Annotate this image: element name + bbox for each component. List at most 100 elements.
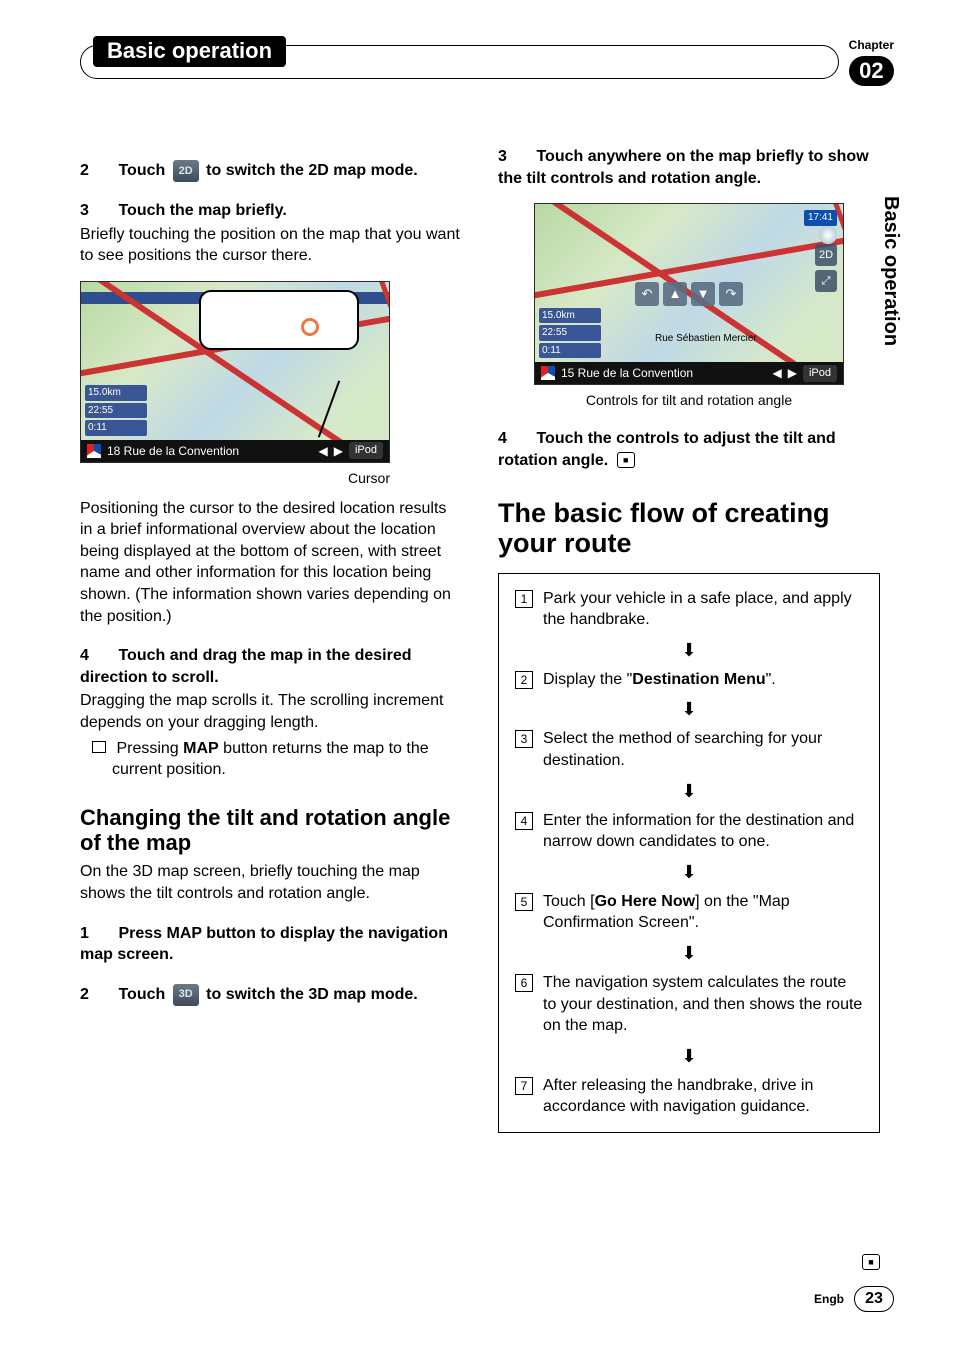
- step-heading: Touch the controls to adjust the tilt an…: [498, 430, 836, 469]
- map-zoom-icon: ⤢: [815, 270, 837, 292]
- map-duration: 0:11: [85, 420, 147, 436]
- flow-text: Enter the information for the destinatio…: [543, 810, 863, 853]
- section-title-frame: Basic operation: [80, 45, 839, 79]
- flow-text: The navigation system calculates the rou…: [543, 972, 863, 1037]
- flow-text: Park your vehicle in a safe place, and a…: [543, 588, 863, 631]
- map-street-label: Rue Sébastien Mercier: [655, 332, 757, 346]
- note-text-pre: Pressing: [116, 740, 183, 757]
- media-prev-icon: ◀: [773, 365, 782, 381]
- body-text: Briefly touching the position on the map…: [80, 224, 462, 267]
- flow-step: 2 Display the "Destination Menu".: [515, 669, 863, 691]
- body-text: Positioning the cursor to the desired lo…: [80, 498, 462, 628]
- flow-text-pre: Display the ": [543, 671, 632, 688]
- flow-number: 2: [515, 671, 533, 689]
- page-footer: Engb 23: [814, 1286, 894, 1312]
- flow-text: Display the "Destination Menu".: [543, 669, 776, 691]
- tilt-controls: ↶ ▲ ▼ ↷: [635, 282, 743, 306]
- map-bottom-bar: 15 Rue de la Convention ◀ ▶ iPod: [535, 362, 843, 384]
- down-arrow-icon: ⬇: [515, 700, 863, 718]
- step-heading: Press MAP button to display the navigati…: [80, 925, 448, 964]
- down-arrow-icon: ⬇: [515, 641, 863, 659]
- step-number: 4: [498, 428, 518, 450]
- flow-text: After releasing the handbrake, drive in …: [543, 1075, 863, 1118]
- map-2d-button-icon: 2D: [815, 244, 837, 266]
- 3d-mode-icon: 3D: [173, 984, 199, 1006]
- section-title: Basic operation: [93, 36, 286, 67]
- flow-step: 6 The navigation system calculates the r…: [515, 972, 863, 1037]
- note-icon: [92, 741, 106, 753]
- map-distance: 15.0km: [539, 308, 601, 324]
- down-arrow-icon: ⬇: [515, 1047, 863, 1065]
- down-arrow-icon: ⬇: [515, 944, 863, 962]
- ipod-button: iPod: [349, 442, 383, 459]
- down-arrow-icon: ⬇: [515, 782, 863, 800]
- step-number: 1: [80, 923, 100, 945]
- step-number: 3: [498, 146, 518, 168]
- cursor-icon: [301, 318, 319, 336]
- flow-text-bold: Destination Menu: [632, 671, 765, 688]
- step-number: 3: [80, 200, 100, 222]
- rotate-left-icon: ↶: [635, 282, 659, 306]
- page-header: Basic operation Chapter 02: [80, 38, 894, 86]
- flow-number: 1: [515, 590, 533, 608]
- map-address: 18 Rue de la Convention: [107, 443, 239, 459]
- step-text-post: to switch the 3D map mode.: [206, 986, 418, 1003]
- step-number: 2: [80, 160, 100, 182]
- body-text: On the 3D map screen, briefly touching t…: [80, 861, 462, 904]
- flow-step: 7 After releasing the handbrake, drive i…: [515, 1075, 863, 1118]
- step-text: Touch 3D to switch the 3D map mode.: [118, 986, 417, 1003]
- flow-number: 3: [515, 730, 533, 748]
- ipod-button: iPod: [803, 365, 837, 382]
- rotate-right-icon: ↷: [719, 282, 743, 306]
- right-column: 3 Touch anywhere on the map briefly to s…: [498, 146, 880, 1133]
- map-info-panel: 15.0km 22:55 0:11: [539, 308, 601, 359]
- flow-text-post: ".: [766, 671, 776, 688]
- media-next-icon: ▶: [334, 443, 343, 459]
- step-text: Touch 2D to switch the 2D map mode.: [118, 162, 417, 179]
- map-eta: 22:55: [539, 325, 601, 341]
- step-text-pre: Touch: [118, 162, 169, 179]
- step-text-post: to switch the 2D map mode.: [206, 162, 418, 179]
- tilt-up-icon: ▲: [663, 282, 687, 306]
- left-column: 2 Touch 2D to switch the 2D map mode. 3 …: [80, 146, 462, 1133]
- flag-icon: [541, 366, 555, 380]
- step-heading: Touch anywhere on the map briefly to sho…: [498, 148, 869, 187]
- map-duration: 0:11: [539, 343, 601, 359]
- flow-number: 7: [515, 1077, 533, 1095]
- map-screenshot-cursor: 15.0km 22:55 0:11 18 Rue de la Conventio…: [80, 281, 390, 463]
- map-screenshot-tilt: 17:41 2D ⤢ ↶ ▲ ▼ ↷ Rue Sébastien Mercier…: [534, 203, 844, 385]
- flow-step: 4 Enter the information for the destinat…: [515, 810, 863, 853]
- flow-step: 5 Touch [Go Here Now] on the "Map Confir…: [515, 891, 863, 934]
- flow-text-bold: Go Here Now: [595, 893, 695, 910]
- map-clock: 17:41: [804, 210, 837, 226]
- flow-text: Touch [Go Here Now] on the "Map Confirma…: [543, 891, 863, 934]
- side-tab: Basic operation: [879, 196, 902, 346]
- map-address: 15 Rue de la Convention: [561, 365, 693, 381]
- section-heading: Changing the tilt and rotation angle of …: [80, 805, 462, 856]
- tilt-down-icon: ▼: [691, 282, 715, 306]
- body-text: Dragging the map scrolls it. The scrolli…: [80, 690, 462, 733]
- step-number: 2: [80, 984, 100, 1006]
- flag-icon: [87, 444, 101, 458]
- map-distance: 15.0km: [85, 385, 147, 401]
- chapter-number-badge: 02: [849, 56, 894, 86]
- note-text-bold: MAP: [183, 740, 219, 757]
- step-number: 4: [80, 645, 100, 667]
- flow-number: 6: [515, 974, 533, 992]
- flow-box: 1 Park your vehicle in a safe place, and…: [498, 573, 880, 1133]
- page-number: 23: [854, 1286, 894, 1312]
- flow-step: 1 Park your vehicle in a safe place, and…: [515, 588, 863, 631]
- map-bottom-bar: 18 Rue de la Convention ◀ ▶ iPod: [81, 440, 389, 462]
- step-heading: Touch the map briefly.: [118, 202, 286, 219]
- step-text-pre: Touch: [118, 986, 169, 1003]
- cursor-caption: Cursor: [80, 469, 390, 488]
- flow-step: 3 Select the method of searching for you…: [515, 728, 863, 771]
- step-heading: Touch and drag the map in the desired di…: [80, 647, 412, 686]
- map-caption: Controls for tilt and rotation angle: [534, 391, 844, 410]
- map-eta: 22:55: [85, 403, 147, 419]
- section-heading: The basic flow of creating your route: [498, 499, 880, 558]
- flow-number: 5: [515, 893, 533, 911]
- end-mark-icon: ■: [617, 452, 635, 468]
- down-arrow-icon: ⬇: [515, 863, 863, 881]
- chapter-label: Chapter: [849, 38, 894, 52]
